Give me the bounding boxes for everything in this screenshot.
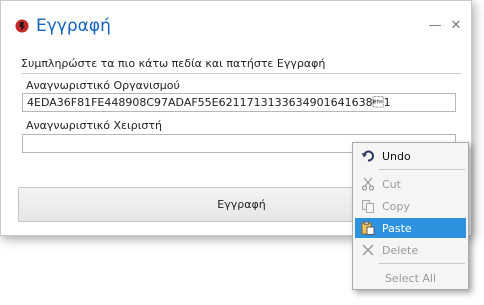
menu-item-copy[interactable]: Copy (355, 196, 466, 216)
context-menu: Undo Cut Copy Paste Delete Select All (352, 142, 469, 290)
menu-item-delete[interactable]: Delete (355, 240, 466, 260)
user-id-label: Αναγνωριστικό Χειριστή (26, 119, 162, 132)
register-button-label: Εγγραφή (217, 198, 266, 211)
org-id-field[interactable] (22, 93, 456, 112)
menu-item-cut[interactable]: Cut (355, 174, 466, 194)
app-logo-icon (15, 19, 29, 33)
menu-separator (379, 263, 465, 264)
close-button[interactable]: ✕ (449, 19, 463, 33)
menu-item-label: Cut (382, 177, 401, 191)
delete-icon (359, 242, 377, 258)
minimize-button[interactable]: — (428, 19, 442, 33)
undo-icon (359, 148, 377, 164)
menu-item-paste[interactable]: Paste (355, 218, 466, 238)
org-id-label: Αναγνωριστικό Οργανισμού (26, 79, 180, 92)
menu-item-select-all[interactable]: Select All (355, 268, 466, 288)
window-title: Εγγραφή (36, 16, 111, 36)
menu-item-label: Delete (382, 243, 419, 257)
menu-item-label: Select All (384, 271, 437, 285)
title-bar: Εγγραφή — ✕ (1, 1, 471, 43)
instruction-text: Συμπληρώστε τα πιο κάτω πεδία και πατήστ… (21, 57, 461, 74)
copy-icon (359, 198, 377, 214)
menu-item-label: Undo (382, 149, 411, 163)
menu-separator (379, 169, 465, 170)
menu-item-label: Paste (382, 221, 412, 235)
paste-icon (359, 220, 377, 236)
menu-item-label: Copy (382, 199, 410, 213)
scissors-icon (359, 176, 377, 192)
menu-item-undo[interactable]: Undo (355, 146, 466, 166)
